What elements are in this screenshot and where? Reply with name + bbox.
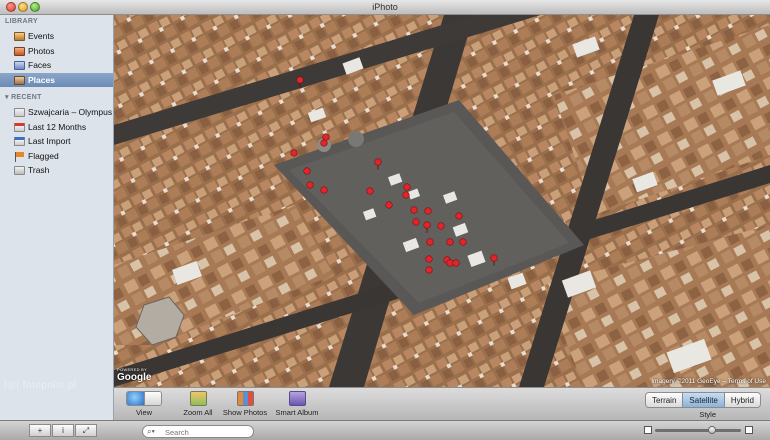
- sidebar-item-label: Places: [28, 74, 55, 85]
- calendar-icon: [14, 122, 25, 132]
- album-icon: [14, 108, 25, 117]
- satellite-map[interactable]: POWERED BY Google Imagery ©2011 GeoEye –…: [114, 15, 770, 387]
- sidebar-item-label: Trash: [28, 165, 50, 175]
- watermark: |◎| fotopolis.pl: [4, 380, 77, 391]
- window-title: iPhoto: [372, 2, 398, 12]
- sidebar-item-last-import[interactable]: Last Import: [0, 134, 113, 149]
- zoom-in-icon[interactable]: [745, 426, 753, 434]
- photos-grid-icon: [236, 391, 254, 406]
- view-button[interactable]: View: [122, 391, 166, 417]
- zoom-out-icon[interactable]: [644, 426, 652, 434]
- watermark-text: fotopolis.pl: [22, 380, 77, 391]
- map-pin-icon: [189, 391, 207, 406]
- map-copyright[interactable]: Imagery ©2011 GeoEye – Terms of Use: [651, 378, 766, 385]
- add-button[interactable]: +: [29, 424, 51, 437]
- grid-icon: [143, 392, 161, 405]
- recent-section-header[interactable]: ▾ RECENT: [0, 91, 113, 105]
- view-segmented-control[interactable]: [126, 391, 162, 406]
- show-photos-label: Show Photos: [222, 408, 268, 417]
- zoom-slider-knob[interactable]: [708, 426, 717, 434]
- sidebar-item-label: Photos: [28, 45, 55, 56]
- title-bar: iPhoto: [0, 0, 770, 15]
- zoom-slider[interactable]: [655, 426, 741, 434]
- trash-icon: [14, 166, 25, 175]
- show-photos-button[interactable]: Show Photos: [220, 391, 270, 417]
- style-hybrid-button[interactable]: Hybrid: [723, 393, 760, 407]
- sidebar-item-faces[interactable]: Faces: [0, 58, 113, 73]
- sidebar-item-places[interactable]: Places: [0, 72, 113, 87]
- sidebar-item-label: Faces: [28, 60, 52, 70]
- search-input[interactable]: [165, 427, 250, 437]
- search-icon: ⌕▾: [147, 427, 155, 436]
- fullscreen-button[interactable]: ⤢: [75, 424, 97, 437]
- smart-album-button[interactable]: Smart Album: [274, 391, 320, 417]
- events-icon: [14, 32, 25, 41]
- library-section-header: LIBRARY: [5, 18, 38, 25]
- map-style-segmented-control[interactable]: Terrain Satellite Hybrid: [644, 392, 761, 408]
- sidebar-item-flagged[interactable]: Flagged: [0, 149, 113, 164]
- sidebar-item-photos[interactable]: Photos: [0, 44, 113, 59]
- import-icon: [14, 137, 25, 146]
- places-icon: [14, 75, 25, 85]
- style-label: Style: [699, 410, 716, 419]
- google-label: Google: [117, 372, 152, 383]
- sidebar-item-trash[interactable]: Trash: [0, 163, 113, 178]
- globe-icon: [127, 392, 144, 405]
- view-label: View: [135, 408, 153, 417]
- places-toolbar: View Zoom All Show Photos Smart Album Te…: [114, 387, 770, 420]
- style-terrain-button[interactable]: Terrain: [645, 393, 683, 407]
- info-button[interactable]: i: [52, 424, 74, 437]
- map-imagery: [114, 15, 770, 387]
- sidebar-item-last-12-months[interactable]: Last 12 Months: [0, 120, 113, 135]
- smart-album-icon: [288, 391, 306, 406]
- google-logo: POWERED BY Google: [117, 367, 151, 383]
- sidebar-item-label: Last 12 Months: [28, 121, 87, 132]
- zoom-all-label: Zoom All: [183, 408, 213, 417]
- source-list-sidebar: LIBRARY Events Photos Faces Places ▾ REC…: [0, 15, 114, 420]
- sidebar-item-label: Flagged: [28, 150, 59, 161]
- sidebar-item-szwajcaria-olympus[interactable]: Szwajcaria – Olympus: [0, 105, 113, 120]
- style-satellite-button[interactable]: Satellite: [682, 393, 724, 407]
- search-field[interactable]: ⌕▾: [142, 425, 254, 438]
- zoom-all-button[interactable]: Zoom All: [180, 391, 216, 417]
- sidebar-item-events[interactable]: Events: [0, 29, 113, 44]
- flag-icon: [14, 151, 25, 162]
- smart-album-label: Smart Album: [275, 408, 319, 417]
- bottom-bar: + i ⤢ ⌕▾: [0, 420, 770, 440]
- photos-icon: [14, 46, 25, 56]
- sidebar-item-label: Last Import: [28, 136, 71, 146]
- faces-icon: [14, 61, 25, 70]
- sidebar-item-label: Szwajcaria – Olympus: [28, 107, 113, 117]
- sidebar-item-label: Events: [28, 31, 54, 41]
- recent-header-label: RECENT: [11, 94, 42, 101]
